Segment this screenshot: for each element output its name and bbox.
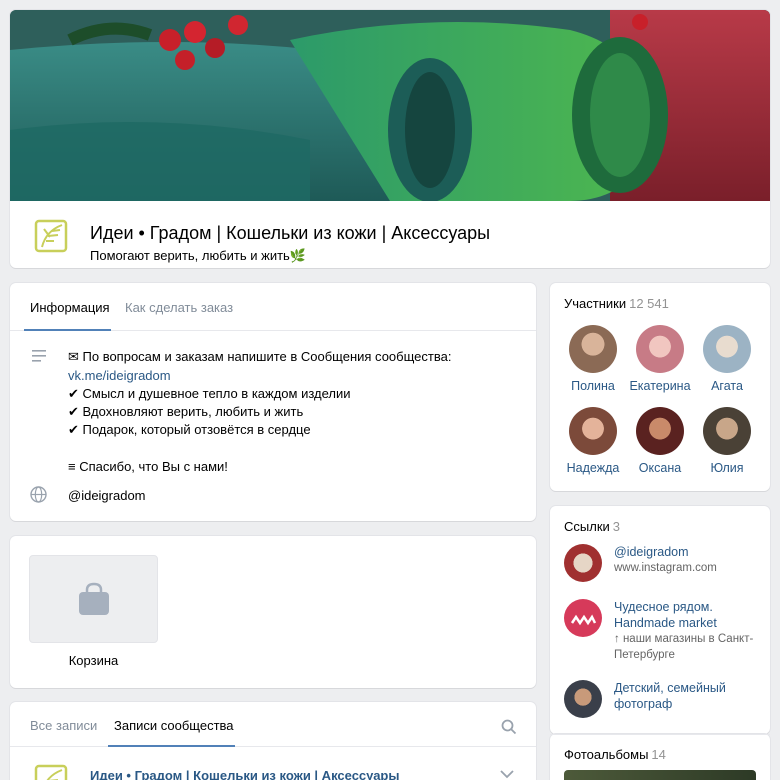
market-card: Корзина [10,536,536,688]
photo-albums-card: Фотоальбомы 14 [550,734,770,780]
info-tabs: Информация Как сделать заказ [10,283,536,331]
info-site[interactable]: @ideigradom [68,488,146,503]
cover-image [10,10,770,201]
member-item[interactable]: Полина [560,325,626,393]
tab-community-posts[interactable]: Записи сообщества [114,718,234,733]
avatar[interactable] [703,325,751,373]
group-header-card: Идеи • Градом | Кошельки из кожи | Аксес… [10,10,770,268]
chevron-down-icon[interactable] [500,770,514,779]
group-title: Идеи • Градом | Кошельки из кожи | Аксес… [90,223,491,243]
wall-card: Все записи Записи сообщества Идеи • Град… [10,702,536,780]
member-name[interactable]: Агата [694,379,760,393]
member-item[interactable]: Оксана [627,407,693,475]
links-header[interactable]: Ссылки 3 [564,519,620,534]
avatar[interactable] [703,407,751,455]
albums-header[interactable]: Фотоальбомы 14 [564,747,666,762]
wall-tabs: Все записи Записи сообщества [10,702,536,747]
album-thumbnail[interactable] [564,770,756,780]
link-avatar[interactable] [564,544,602,582]
link-avatar[interactable] [564,599,602,637]
link-text: Детский, семейный фотограф [614,680,764,712]
divider [550,734,770,735]
link-description: ↑ наши магазины в Санкт-Петербурге [614,633,754,661]
active-tab-indicator [24,329,111,331]
albums-count: 14 [651,747,666,762]
cover-leather-rolls-image [10,10,770,201]
post-author-name[interactable]: Идеи • Градом | Кошельки из кожи | Аксес… [90,768,399,780]
members-title: Участники [564,296,627,311]
post-author-logo-icon[interactable] [34,764,68,780]
link-title[interactable]: Чудесное рядом. Handmade market [614,599,764,631]
tab-information[interactable]: Информация [30,300,110,315]
search-icon[interactable] [501,719,517,735]
link-description: www.instagram.com [614,562,717,574]
leaf-logo-icon [34,219,68,253]
members-card: Участники 12 541 Полина Екатерина Агата Н… [550,283,770,491]
albums-title: Фотоальбомы [564,747,649,762]
link-text: @ideigradom www.instagram.com [614,544,764,576]
tab-all-posts[interactable]: Все записи [30,718,97,733]
member-name[interactable]: Юлия [694,461,760,475]
member-item[interactable]: Надежда [560,407,626,475]
member-name[interactable]: Оксана [627,461,693,475]
member-item[interactable]: Юлия [694,407,760,475]
info-card: Информация Как сделать заказ ✉ По вопрос… [10,283,536,521]
group-avatar[interactable] [30,215,72,257]
info-bullet-3: ✔ Подарок, который отзовётся в сердце [68,422,311,437]
info-contact-line: ✉ По вопросам и заказам напишите в Сообщ… [68,349,452,364]
description-icon [32,350,46,362]
avatar[interactable] [569,407,617,455]
links-card: Ссылки 3 @ideigradom www.instagram.com Чу… [550,506,770,734]
tab-how-to-order[interactable]: Как сделать заказ [125,300,233,315]
avatar[interactable] [636,407,684,455]
member-item[interactable]: Екатерина [627,325,693,393]
links-count: 3 [612,519,621,534]
active-tab-indicator [108,745,235,747]
shopping-bag-icon [78,582,109,615]
member-name[interactable]: Надежда [560,461,626,475]
info-bullet-2: ✔ Вдохновляют верить, любить и жить [68,404,304,419]
members-header[interactable]: Участники 12 541 [564,296,669,311]
info-thanks: ≡ Спасибо, что Вы с нами! [68,459,228,474]
members-count: 12 541 [629,296,669,311]
link-title[interactable]: Детский, семейный фотограф [614,680,764,712]
link-avatar[interactable] [564,680,602,718]
member-name[interactable]: Полина [560,379,626,393]
links-title: Ссылки [564,519,610,534]
link-text: Чудесное рядом. Handmade market ↑ наши м… [614,599,764,663]
member-item[interactable]: Агата [694,325,760,393]
cart-label[interactable]: Корзина [29,653,158,668]
avatar[interactable] [569,325,617,373]
member-name[interactable]: Екатерина [627,379,693,393]
info-bullet-1: ✔ Смысл и душевное тепло в каждом издели… [68,386,351,401]
avatar[interactable] [636,325,684,373]
info-vk-link[interactable]: vk.me/ideigradom [68,368,171,383]
link-title[interactable]: @ideigradom [614,544,764,560]
group-status: Помогают верить, любить и жить🌿 [90,248,307,263]
cart-thumbnail[interactable] [29,555,158,643]
handmade-market-logo-icon [570,614,597,626]
globe-icon [30,486,47,503]
